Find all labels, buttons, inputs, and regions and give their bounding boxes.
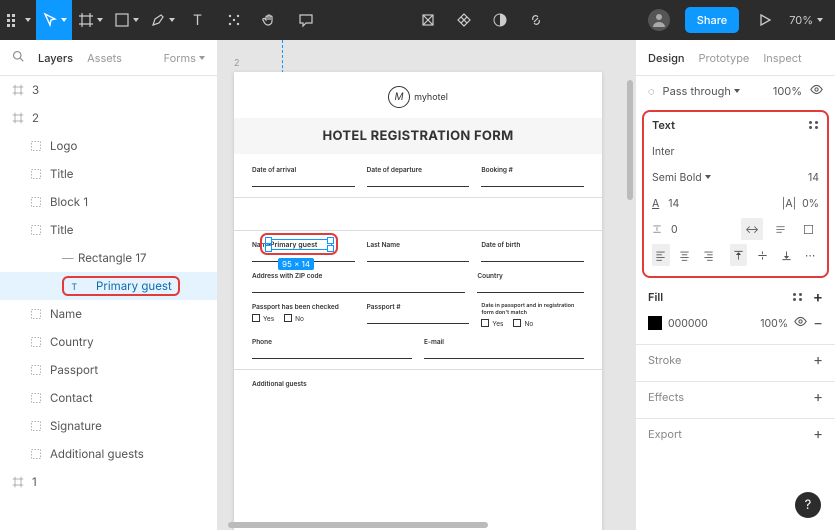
canvas-scrollbar-vertical[interactable]	[627, 80, 633, 200]
fill-section: Fill + 000000 100% −	[636, 282, 835, 345]
letter-spacing-input[interactable]: |A| 0%	[782, 197, 819, 210]
layer-rectangle-17[interactable]: —Rectangle 17	[0, 244, 217, 272]
toolbar-right: Share 70%	[641, 0, 835, 40]
top-toolbar: T Share 70%	[0, 0, 835, 40]
layer-passport[interactable]: Passport	[0, 356, 217, 384]
canvas-selection: Primary guest	[267, 239, 332, 250]
text-section-options-icon[interactable]	[809, 121, 819, 129]
effects-section: Effects+	[636, 382, 835, 419]
left-panel: Layers Assets Forms 3 2 Logo Title Block…	[0, 40, 218, 530]
search-icon[interactable]	[12, 50, 24, 65]
pen-tool-button[interactable]	[144, 0, 180, 40]
fill-styles-icon[interactable]	[793, 293, 803, 301]
tab-prototype[interactable]: Prototype	[699, 51, 750, 65]
help-fab[interactable]: ?	[795, 492, 821, 518]
page-logo: Mmyhotel	[252, 86, 584, 108]
fixed-size-icon[interactable]	[797, 218, 819, 240]
page-title: HOTEL REGISTRATION FORM	[234, 118, 602, 154]
layers-tree: 3 2 Logo Title Block 1 Title —Rectangle …	[0, 76, 217, 496]
font-family-dropdown[interactable]: Inter	[652, 145, 674, 158]
align-button[interactable]	[410, 0, 446, 40]
paragraph-spacing-input[interactable]: 0	[652, 223, 678, 236]
canvas-page-frame[interactable]: Mmyhotel HOTEL REGISTRATION FORM Date of…	[234, 72, 602, 530]
layer-logo[interactable]: Logo	[0, 132, 217, 160]
canvas-page-label: 2	[234, 58, 240, 69]
auto-width-icon[interactable]: ↔	[741, 218, 763, 240]
tab-forms[interactable]: Forms	[164, 51, 205, 65]
svg-text:T: T	[193, 12, 202, 28]
tab-design[interactable]: Design	[648, 51, 685, 65]
tab-inspect[interactable]: Inspect	[763, 51, 801, 65]
layer-block-1[interactable]: Block 1	[0, 188, 217, 216]
menu-button[interactable]	[0, 0, 36, 40]
toolbar-left: T	[0, 0, 324, 40]
canvas-area[interactable]: 2 Mmyhotel HOTEL REGISTRATION FORM Date …	[218, 40, 635, 530]
link-button[interactable]	[518, 0, 554, 40]
align-top-icon[interactable]	[730, 244, 748, 266]
align-bottom-icon[interactable]	[777, 244, 795, 266]
line-height-input[interactable]: A 14	[652, 197, 679, 210]
font-size-input[interactable]: 14	[808, 171, 819, 184]
move-tool-button[interactable]	[36, 0, 72, 40]
right-tabs: Design Prototype Inspect	[636, 40, 835, 76]
visibility-icon[interactable]	[810, 83, 823, 99]
layer-opacity-value[interactable]: 100%	[773, 84, 802, 98]
align-left-icon[interactable]	[652, 244, 670, 266]
zoom-dropdown[interactable]: 70%	[785, 13, 827, 27]
components-button[interactable]	[446, 0, 482, 40]
tab-layers[interactable]: Layers	[38, 51, 73, 65]
toolbar-center	[410, 0, 554, 40]
fill-swatch[interactable]	[648, 316, 662, 330]
font-weight-dropdown[interactable]: Semi Bold	[652, 171, 711, 184]
align-right-icon[interactable]	[700, 244, 718, 266]
text-tool-button[interactable]: T	[180, 0, 216, 40]
layer-country[interactable]: Country	[0, 328, 217, 356]
layer-contact[interactable]: Contact	[0, 384, 217, 412]
hand-tool-button[interactable]	[252, 0, 288, 40]
align-middle-icon[interactable]	[753, 244, 771, 266]
resources-button[interactable]	[216, 0, 252, 40]
layer-additional-guests[interactable]: Additional guests	[0, 440, 217, 468]
stroke-section: Stroke+	[636, 345, 835, 382]
tab-assets[interactable]: Assets	[87, 51, 122, 65]
layer-frame-2[interactable]: 2	[0, 104, 217, 132]
left-tabs: Layers Assets Forms	[0, 40, 217, 76]
mask-button[interactable]	[482, 0, 518, 40]
right-panel: Design Prototype Inspect ◌ Pass through …	[635, 40, 835, 530]
layer-name[interactable]: Name	[0, 300, 217, 328]
avatar-button[interactable]	[641, 0, 677, 40]
blend-icon: ◌	[648, 84, 655, 98]
layer-title-1[interactable]: Title	[0, 160, 217, 188]
opacity-row: ◌ Pass through 100%	[636, 76, 835, 106]
present-button[interactable]	[747, 0, 783, 40]
comment-tool-button[interactable]	[288, 0, 324, 40]
layer-primary-guest[interactable]: TPrimary guest	[0, 272, 217, 300]
fill-opacity-input[interactable]: 100%	[760, 317, 788, 330]
export-section: Export+	[636, 419, 835, 455]
layer-title-2[interactable]: Title	[0, 216, 217, 244]
selection-dimensions: 95 × 14	[278, 258, 314, 270]
share-button[interactable]: Share	[685, 7, 739, 33]
align-center-icon[interactable]	[676, 244, 694, 266]
shape-tool-button[interactable]	[108, 0, 144, 40]
text-more-options-icon[interactable]: ⋯	[801, 244, 819, 266]
auto-height-icon[interactable]	[769, 218, 791, 240]
blend-mode-dropdown[interactable]: Pass through	[663, 84, 740, 98]
frame-tool-button[interactable]	[72, 0, 108, 40]
fill-hex-input[interactable]: 000000	[668, 317, 708, 330]
text-section: Text Inter Semi Bold 14 A 14 |A| 0% 0 ↔	[642, 110, 829, 278]
svg-text:T: T	[71, 281, 77, 291]
fill-visibility-icon[interactable]	[794, 315, 807, 331]
layer-frame-3[interactable]: 3	[0, 76, 217, 104]
layer-signature[interactable]: Signature	[0, 412, 217, 440]
canvas-scrollbar-horizontal[interactable]	[228, 522, 488, 528]
layer-frame-1[interactable]: 1	[0, 468, 217, 496]
